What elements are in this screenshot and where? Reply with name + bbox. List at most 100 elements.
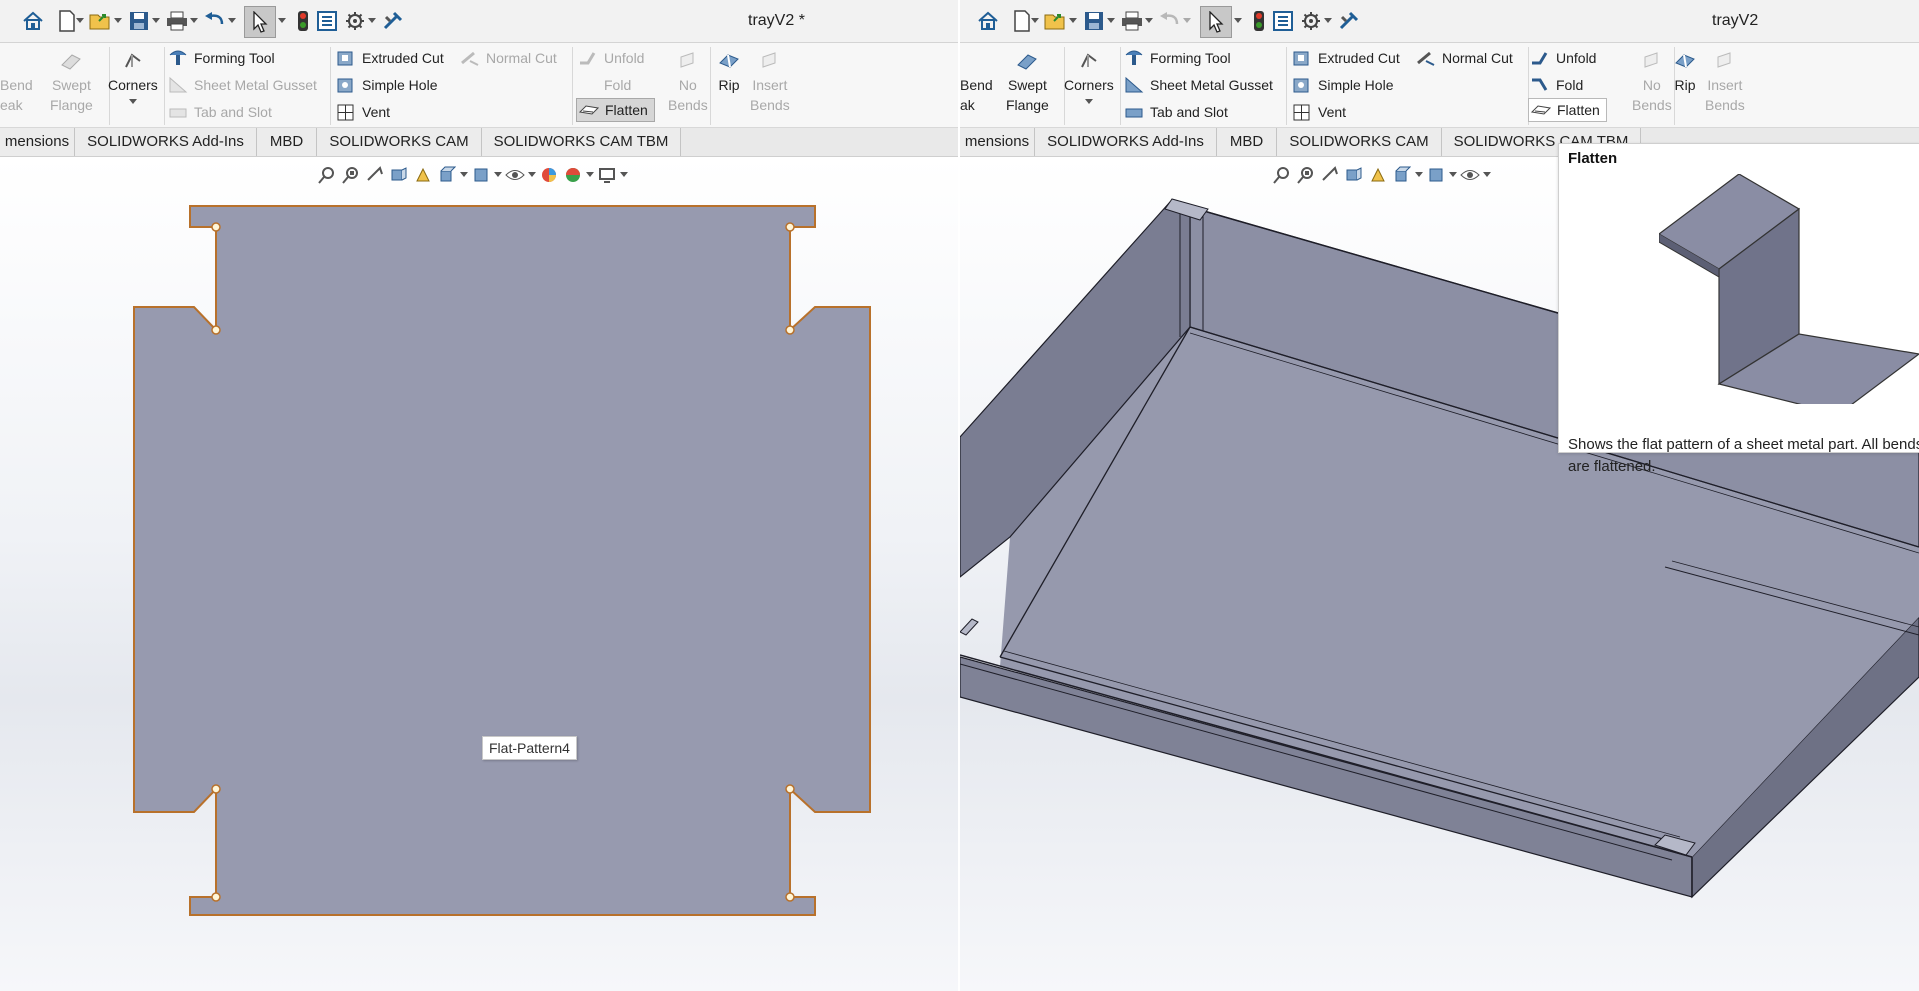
no-bends-button[interactable]: No Bends xyxy=(1632,49,1672,115)
gear-icon[interactable] xyxy=(1298,8,1324,34)
sketched-bend-button[interactable]: Bend ak xyxy=(960,49,993,115)
chevron-down-icon[interactable] xyxy=(1324,18,1332,24)
sketched-bend-button[interactable]: Bend eak xyxy=(0,49,33,115)
insert-bends-button[interactable]: Insert Bends xyxy=(750,49,790,115)
gusset-label: Sheet Metal Gusset xyxy=(194,77,317,93)
simple-hole-button[interactable]: Simple Hole xyxy=(336,73,437,97)
tab-solidworks-add-ins[interactable]: SOLIDWORKS Add-Ins xyxy=(75,128,257,156)
chevron-down-icon[interactable] xyxy=(1107,18,1115,24)
rebuild-traffic-light-icon[interactable] xyxy=(1246,8,1272,34)
simple-hole-button[interactable]: Simple Hole xyxy=(1292,73,1393,97)
tab-solidworks-add-ins[interactable]: SOLIDWORKS Add-Ins xyxy=(1035,128,1217,156)
undo-icon[interactable] xyxy=(1157,8,1183,34)
rip-button[interactable]: Rip xyxy=(716,49,742,95)
unfold-label: Unfold xyxy=(604,50,645,66)
open-file-icon[interactable] xyxy=(88,8,114,34)
chevron-down-icon[interactable] xyxy=(368,18,376,24)
chevron-down-icon[interactable] xyxy=(190,18,198,24)
chevron-down-icon[interactable] xyxy=(128,99,137,105)
insert-bends-button[interactable]: Insert Bends xyxy=(1705,49,1745,115)
tab-dimensions[interactable]: mensions xyxy=(960,128,1035,156)
select-cursor-icon[interactable] xyxy=(1200,6,1232,38)
save-icon[interactable] xyxy=(126,8,152,34)
corners-button[interactable]: Corners xyxy=(1064,49,1114,105)
chevron-down-icon[interactable] xyxy=(1084,99,1093,105)
customize-tools-icon[interactable] xyxy=(1336,8,1362,34)
chevron-down-icon[interactable] xyxy=(114,18,122,24)
vent-button[interactable]: Vent xyxy=(336,100,390,124)
no-label: No xyxy=(1642,77,1661,93)
tab-mbd[interactable]: MBD xyxy=(257,128,317,156)
tab-solidworks-cam-tbm[interactable]: SOLIDWORKS CAM TBM xyxy=(482,128,681,156)
no-bends-button[interactable]: No Bends xyxy=(668,49,708,115)
chevron-down-icon[interactable] xyxy=(1031,18,1039,24)
fold-label: Fold xyxy=(1556,77,1584,93)
flat-pattern-face[interactable] xyxy=(133,205,871,916)
graphics-area[interactable] xyxy=(0,157,960,991)
tab-and-slot-button[interactable]: Tab and Slot xyxy=(1124,100,1228,124)
corners-button[interactable]: Corners xyxy=(108,49,158,105)
tab-dimensions[interactable]: mensions xyxy=(0,128,75,156)
corners-label: Corners xyxy=(108,77,158,93)
swept-flange-button[interactable]: Swept Flange xyxy=(50,49,93,115)
unfold-button[interactable]: Unfold xyxy=(578,46,644,70)
chevron-down-icon[interactable] xyxy=(1145,18,1153,24)
print-icon[interactable] xyxy=(164,8,190,34)
forming-tool-button[interactable]: Forming Tool xyxy=(168,46,275,70)
tab-slot-icon xyxy=(1124,102,1144,122)
tab-and-slot-button[interactable]: Tab and Slot xyxy=(168,100,272,124)
extruded-cut-button[interactable]: Extruded Cut xyxy=(1292,46,1400,70)
flatten-illustration xyxy=(1659,174,1919,404)
forming-tool-button[interactable]: Forming Tool xyxy=(1124,46,1231,70)
chevron-down-icon[interactable] xyxy=(228,18,236,24)
extruded-cut-label: Extruded Cut xyxy=(362,50,444,66)
tab-solidworks-cam[interactable]: SOLIDWORKS CAM xyxy=(317,128,482,156)
chevron-down-icon[interactable] xyxy=(1234,18,1242,24)
sheet-metal-gusset-button[interactable]: Sheet Metal Gusset xyxy=(1124,73,1273,97)
file-properties-icon[interactable] xyxy=(1270,8,1296,34)
normal-cut-button[interactable]: Normal Cut xyxy=(1416,46,1513,70)
chevron-down-icon[interactable] xyxy=(1183,18,1191,24)
extruded-cut-button[interactable]: Extruded Cut xyxy=(336,46,444,70)
extruded-cut-label: Extruded Cut xyxy=(1318,50,1400,66)
vent-button[interactable]: Vent xyxy=(1292,100,1346,124)
fold-button[interactable]: Fold xyxy=(1530,73,1583,97)
rebuild-traffic-light-icon[interactable] xyxy=(290,8,316,34)
bends-label: Bends xyxy=(1705,97,1745,113)
tab-slot-label: Tab and Slot xyxy=(194,104,272,120)
tab-solidworks-cam[interactable]: SOLIDWORKS CAM xyxy=(1277,128,1442,156)
rip-label: Rip xyxy=(718,77,740,93)
normal-cut-button[interactable]: Normal Cut xyxy=(460,46,557,70)
chevron-down-icon[interactable] xyxy=(278,18,286,24)
rip-icon xyxy=(716,49,742,73)
flatten-button[interactable]: Flatten xyxy=(576,98,655,122)
save-icon[interactable] xyxy=(1081,8,1107,34)
rip-button[interactable]: Rip xyxy=(1672,49,1698,95)
gear-icon[interactable] xyxy=(342,8,368,34)
unfold-label: Unfold xyxy=(1556,50,1597,66)
chevron-down-icon[interactable] xyxy=(76,18,84,24)
flatten-button[interactable]: Flatten xyxy=(1528,98,1607,122)
select-cursor-icon[interactable] xyxy=(244,6,276,38)
ribbon-divider xyxy=(710,47,711,125)
undo-icon[interactable] xyxy=(202,8,228,34)
flatten-icon xyxy=(1531,100,1551,120)
chevron-down-icon[interactable] xyxy=(152,18,160,24)
swept-label: Swept xyxy=(51,77,91,93)
tab-mbd[interactable]: MBD xyxy=(1217,128,1277,156)
print-icon[interactable] xyxy=(1119,8,1145,34)
file-properties-icon[interactable] xyxy=(314,8,340,34)
no-label: No xyxy=(678,77,697,93)
chevron-down-icon[interactable] xyxy=(1069,18,1077,24)
flat-pattern-part[interactable] xyxy=(0,157,960,991)
swept-flange-button[interactable]: Swept Flange xyxy=(1006,49,1049,115)
open-file-icon[interactable] xyxy=(1043,8,1069,34)
home-icon[interactable] xyxy=(20,8,46,34)
sketched-bend-label: Bend xyxy=(960,77,993,93)
insert-label: Insert xyxy=(1707,77,1743,93)
home-icon[interactable] xyxy=(975,8,1001,34)
sheet-metal-gusset-button[interactable]: Sheet Metal Gusset xyxy=(168,73,317,97)
customize-tools-icon[interactable] xyxy=(380,8,406,34)
fold-button[interactable]: Fold xyxy=(578,73,631,97)
unfold-button[interactable]: Unfold xyxy=(1530,46,1596,70)
